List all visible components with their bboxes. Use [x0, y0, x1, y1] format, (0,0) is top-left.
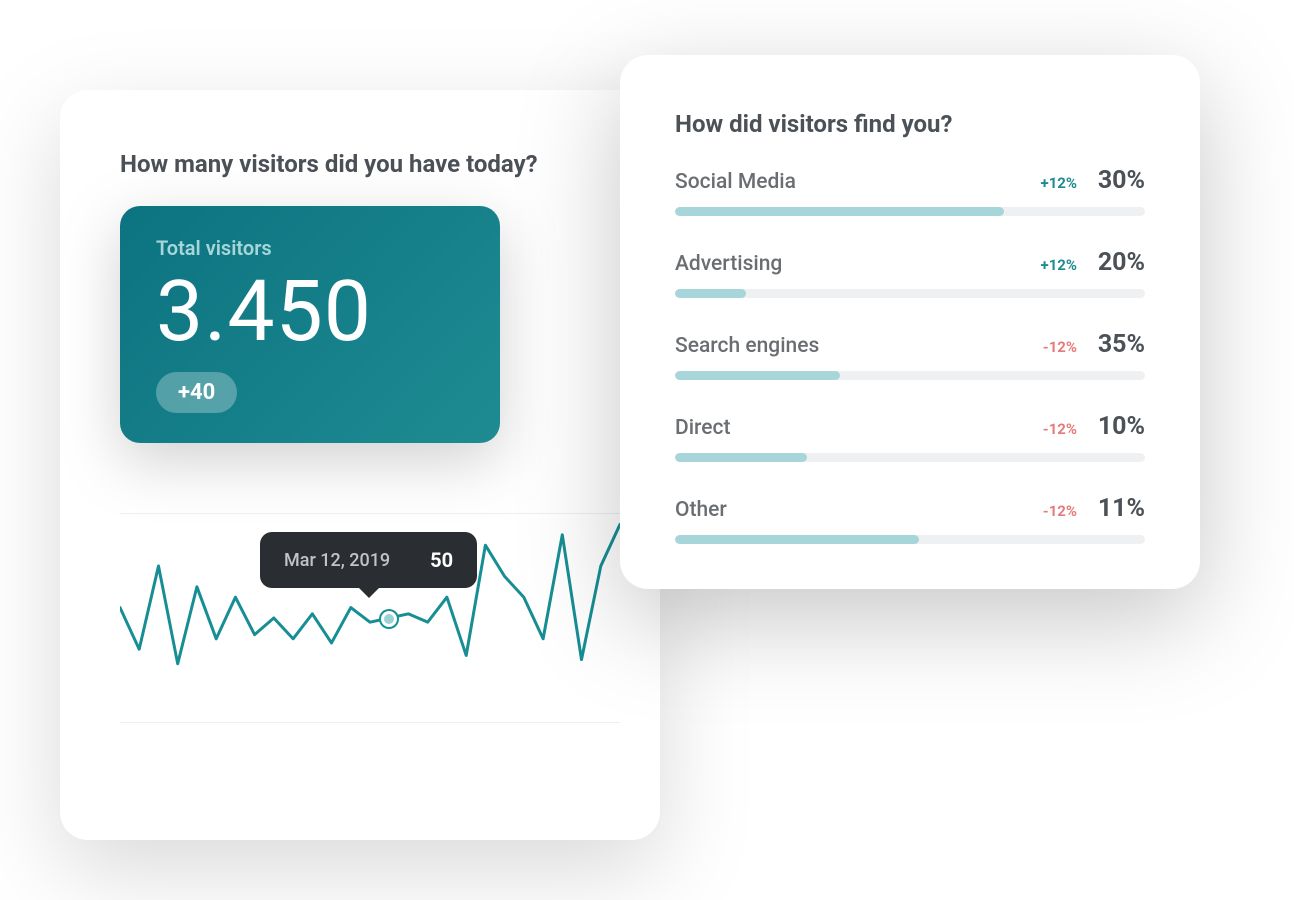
sources-title: How did visitors find you?	[675, 110, 1145, 138]
total-visitors-label: Total visitors	[156, 236, 464, 260]
source-delta: -12%	[1043, 338, 1077, 356]
source-row: Social Media +12% 30%	[675, 166, 1145, 216]
chart-tooltip: Mar 12, 2019 50	[260, 532, 477, 588]
source-name: Direct	[675, 416, 731, 440]
source-percent: 30%	[1087, 166, 1145, 195]
source-bar-track	[675, 453, 1145, 462]
visitors-card: How many visitors did you have today? To…	[60, 90, 660, 840]
source-name: Other	[675, 498, 727, 522]
source-percent: 10%	[1087, 412, 1145, 441]
source-delta: -12%	[1043, 420, 1077, 438]
source-percent: 20%	[1087, 248, 1145, 277]
source-bar-fill	[675, 453, 807, 462]
source-bar-track	[675, 289, 1145, 298]
sources-list: Social Media +12% 30% Advertising +12% 20% Sea…	[675, 166, 1145, 544]
source-bar-fill	[675, 535, 919, 544]
source-percent: 11%	[1087, 494, 1145, 523]
tooltip-value: 50	[430, 548, 453, 572]
source-delta: +12%	[1041, 174, 1077, 192]
visitors-title: How many visitors did you have today?	[120, 150, 620, 178]
sources-card: How did visitors find you? Social Media +…	[620, 55, 1200, 589]
visitors-line-chart[interactable]: Mar 12, 2019 50	[120, 513, 620, 723]
source-bar-track	[675, 535, 1145, 544]
source-row: Search engines -12% 35%	[675, 330, 1145, 380]
total-visitors-block: Total visitors 3.450 +40	[120, 206, 500, 443]
source-row: Advertising +12% 20%	[675, 248, 1145, 298]
source-row: Direct -12% 10%	[675, 412, 1145, 462]
source-bar-track	[675, 371, 1145, 380]
source-percent: 35%	[1087, 330, 1145, 359]
source-bar-track	[675, 207, 1145, 216]
source-bar-fill	[675, 207, 1004, 216]
source-delta: +12%	[1041, 256, 1077, 274]
source-row: Other -12% 11%	[675, 494, 1145, 544]
source-name: Advertising	[675, 252, 782, 276]
source-delta: -12%	[1043, 502, 1077, 520]
source-bar-fill	[675, 371, 840, 380]
tooltip-date: Mar 12, 2019	[284, 550, 390, 571]
source-name: Social Media	[675, 170, 796, 194]
total-visitors-value: 3.450	[156, 266, 464, 358]
total-visitors-delta: +40	[156, 372, 237, 413]
source-bar-fill	[675, 289, 746, 298]
source-name: Search engines	[675, 334, 819, 358]
